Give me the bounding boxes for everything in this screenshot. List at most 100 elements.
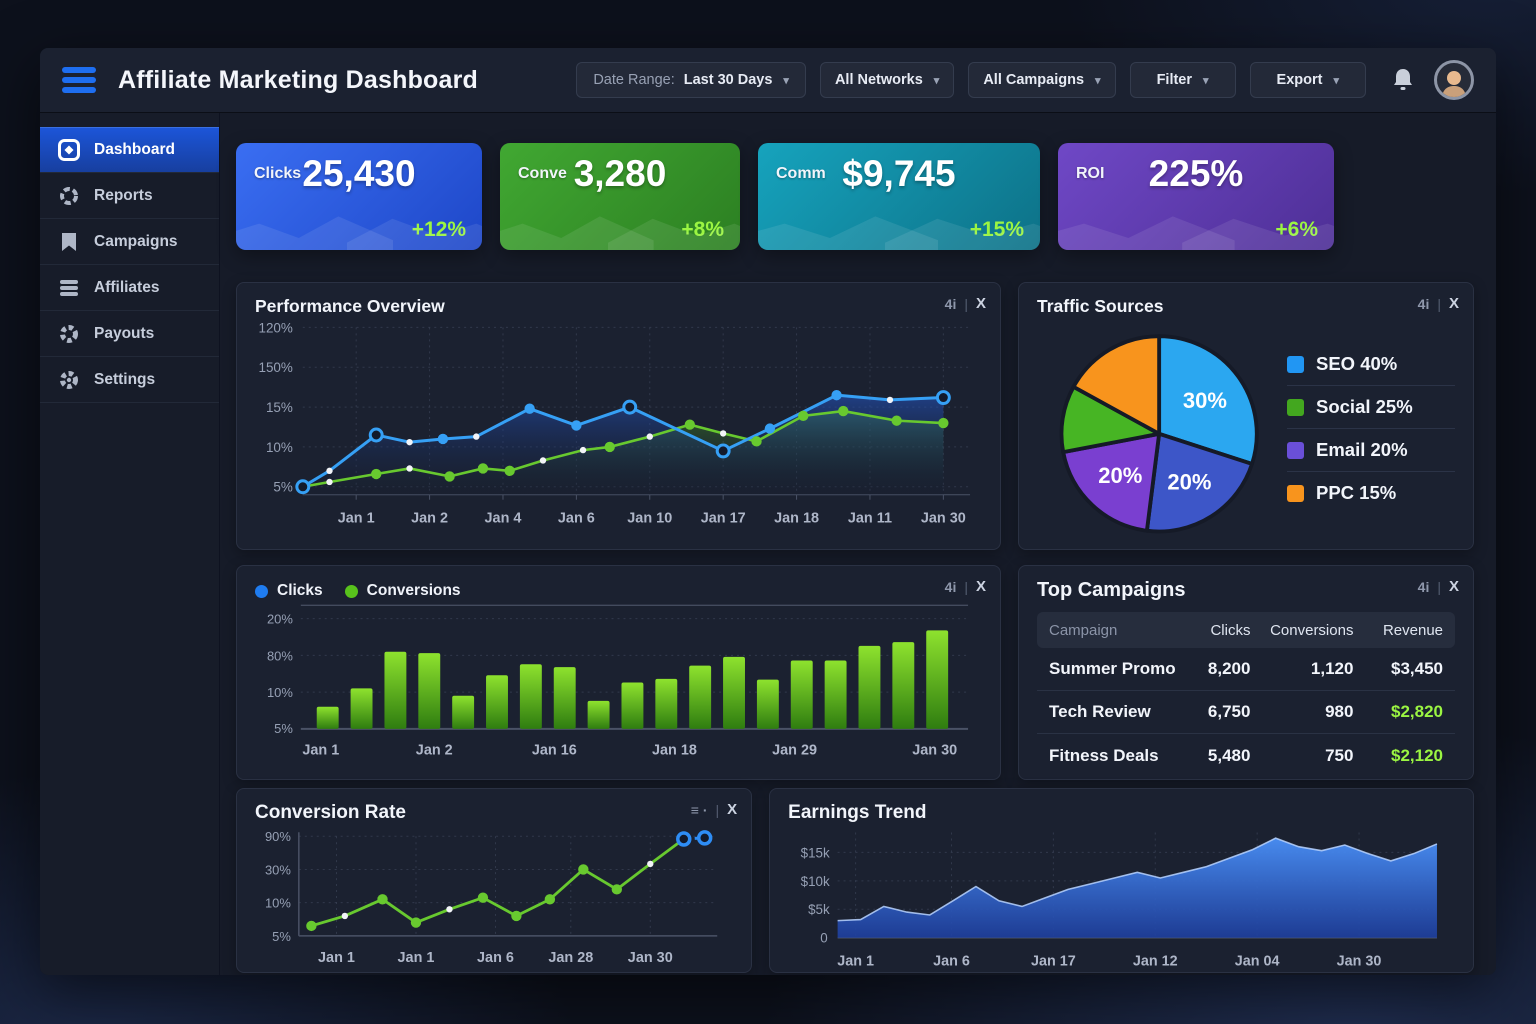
campaigns-table: Campaign Clicks Conversions Revenue Summ…	[1037, 612, 1455, 777]
legend-swatch	[1287, 399, 1304, 416]
panel-title: Top Campaigns	[1037, 579, 1455, 602]
export-dropdown[interactable]: Export ▾	[1250, 62, 1366, 98]
col-header-revenue: Revenue	[1353, 622, 1443, 639]
svg-text:80%: 80%	[267, 648, 293, 663]
date-range-value: Last 30 Days	[684, 72, 773, 88]
export-label: Export	[1277, 72, 1323, 88]
svg-text:30%: 30%	[1183, 388, 1227, 413]
legend-label: Clicks	[277, 582, 323, 600]
legend-label: SEO 40%	[1316, 353, 1397, 375]
legend-item: PPC 15%	[1287, 472, 1455, 514]
svg-text:Jan 1: Jan 1	[302, 743, 339, 759]
legend-swatch	[1287, 442, 1304, 459]
page-title: Affiliate Marketing Dashboard	[118, 66, 478, 95]
panel-title: Conversion Rate	[255, 802, 733, 824]
panel-options-icon[interactable]: ≡ ·	[691, 802, 708, 818]
svg-text:Jan 30: Jan 30	[912, 743, 957, 759]
conversions-legend-dot	[345, 585, 358, 598]
table-row: Summer Promo 8,200 1,120 $3,450	[1037, 648, 1455, 691]
chevron-down-icon: ▾	[1095, 74, 1101, 87]
hamburger-menu-icon[interactable]	[62, 67, 96, 93]
svg-text:5%: 5%	[273, 480, 292, 495]
svg-text:Jan 04: Jan 04	[1235, 953, 1280, 969]
earnings-area-chart: $15k$10k$5k0Jan 1Jan 6Jan 17Jan 12Jan 04…	[788, 824, 1455, 974]
close-icon[interactable]: X	[976, 295, 986, 312]
kpi-card-clicks: Clicks 25,430 +12%	[236, 143, 482, 250]
kpi-value: $9,745	[758, 153, 1040, 195]
notifications-bell-icon[interactable]	[1386, 63, 1420, 97]
legend-item: Email 20%	[1287, 429, 1455, 472]
networks-dropdown[interactable]: All Networks ▾	[820, 62, 954, 98]
svg-text:Jan 18: Jan 18	[774, 511, 819, 527]
panel-title: Earnings Trend	[788, 802, 1455, 824]
svg-text:Jan 10: Jan 10	[627, 511, 672, 527]
campaigns-dropdown[interactable]: All Campaigns ▾	[968, 62, 1115, 98]
reports-icon	[58, 185, 80, 207]
svg-text:Jan 12: Jan 12	[1133, 953, 1178, 969]
performance-line-chart: 120%150%15%10%5%Jan 1Jan 2Jan 4Jan 6Jan …	[255, 317, 982, 545]
legend-item: SEO 40%	[1287, 343, 1455, 386]
networks-label: All Networks	[835, 72, 923, 88]
filter-dropdown[interactable]: Filter ▾	[1130, 62, 1236, 98]
sidebar-item-dashboard[interactable]: Dashboard	[40, 127, 219, 173]
sidebar-item-label: Dashboard	[94, 141, 175, 159]
close-icon[interactable]: X	[1449, 295, 1459, 312]
svg-text:Jan 17: Jan 17	[701, 511, 746, 527]
table-row: Tech Review 6,750 980 $2,820	[1037, 691, 1455, 734]
close-icon[interactable]: X	[976, 578, 986, 595]
svg-text:0: 0	[820, 931, 827, 946]
sidebar-item-settings[interactable]: Settings	[40, 357, 219, 403]
panel-options-icon[interactable]: 4i	[1418, 296, 1430, 312]
svg-text:Jan 1: Jan 1	[318, 950, 355, 966]
divider: |	[1437, 579, 1441, 595]
kpi-value: 3,280	[500, 153, 740, 195]
conversion-rate-panel: Conversion Rate ≡ · | X 90%30%10%5%Jan 1…	[236, 788, 752, 973]
close-icon[interactable]: X	[1449, 578, 1459, 595]
sidebar-item-payouts[interactable]: Payouts	[40, 311, 219, 357]
bookmark-icon	[58, 231, 80, 253]
svg-text:Jan 30: Jan 30	[921, 511, 966, 527]
panel-title: Performance Overview	[255, 296, 982, 317]
date-range-label: Date Range:	[593, 72, 674, 88]
sidebar: Dashboard Reports Campaigns Affiliates P…	[40, 113, 220, 975]
divider: |	[964, 296, 968, 312]
svg-text:Jan 29: Jan 29	[772, 743, 817, 759]
svg-text:Jan 1: Jan 1	[338, 511, 375, 527]
sidebar-item-label: Affiliates	[94, 279, 159, 297]
svg-text:20%: 20%	[1098, 463, 1142, 488]
sidebar-item-label: Reports	[94, 187, 153, 205]
svg-text:$5k: $5k	[808, 902, 830, 917]
svg-text:120%: 120%	[258, 320, 292, 335]
svg-text:Jan 1: Jan 1	[837, 953, 874, 969]
legend-swatch	[1287, 356, 1304, 373]
svg-text:$15k: $15k	[801, 845, 830, 860]
svg-text:15%: 15%	[266, 400, 293, 415]
sidebar-item-campaigns[interactable]: Campaigns	[40, 219, 219, 265]
dashboard-icon	[58, 139, 80, 161]
svg-text:10%: 10%	[266, 440, 293, 455]
traffic-pie-chart: 30%20%20%	[1037, 317, 1287, 542]
svg-text:10%: 10%	[265, 896, 291, 911]
mountain-decoration	[758, 202, 1040, 250]
chevron-down-icon: ▾	[1203, 74, 1209, 87]
sidebar-item-affiliates[interactable]: Affiliates	[40, 265, 219, 311]
mountain-decoration	[236, 202, 482, 250]
svg-text:150%: 150%	[258, 360, 292, 375]
mountain-decoration	[1058, 202, 1334, 250]
legend-label: Social 25%	[1316, 396, 1413, 418]
svg-text:Jan 30: Jan 30	[1337, 953, 1382, 969]
panel-options-icon[interactable]: 4i	[1418, 579, 1430, 595]
panel-options-icon[interactable]: 4i	[945, 296, 957, 312]
legend-label: PPC 15%	[1316, 482, 1396, 504]
sidebar-item-label: Payouts	[94, 325, 154, 343]
sidebar-item-reports[interactable]: Reports	[40, 173, 219, 219]
user-avatar[interactable]	[1434, 60, 1474, 100]
close-icon[interactable]: X	[727, 801, 737, 818]
date-range-dropdown[interactable]: Date Range: Last 30 Days ▾	[576, 62, 806, 98]
svg-text:Jan 6: Jan 6	[558, 511, 595, 527]
panel-options-icon[interactable]: 4i	[945, 579, 957, 595]
chevron-down-icon: ▾	[934, 74, 940, 87]
svg-text:Jan 11: Jan 11	[848, 511, 892, 527]
svg-text:30%: 30%	[265, 862, 291, 877]
dashboard-window: Affiliate Marketing Dashboard Date Range…	[40, 48, 1496, 975]
